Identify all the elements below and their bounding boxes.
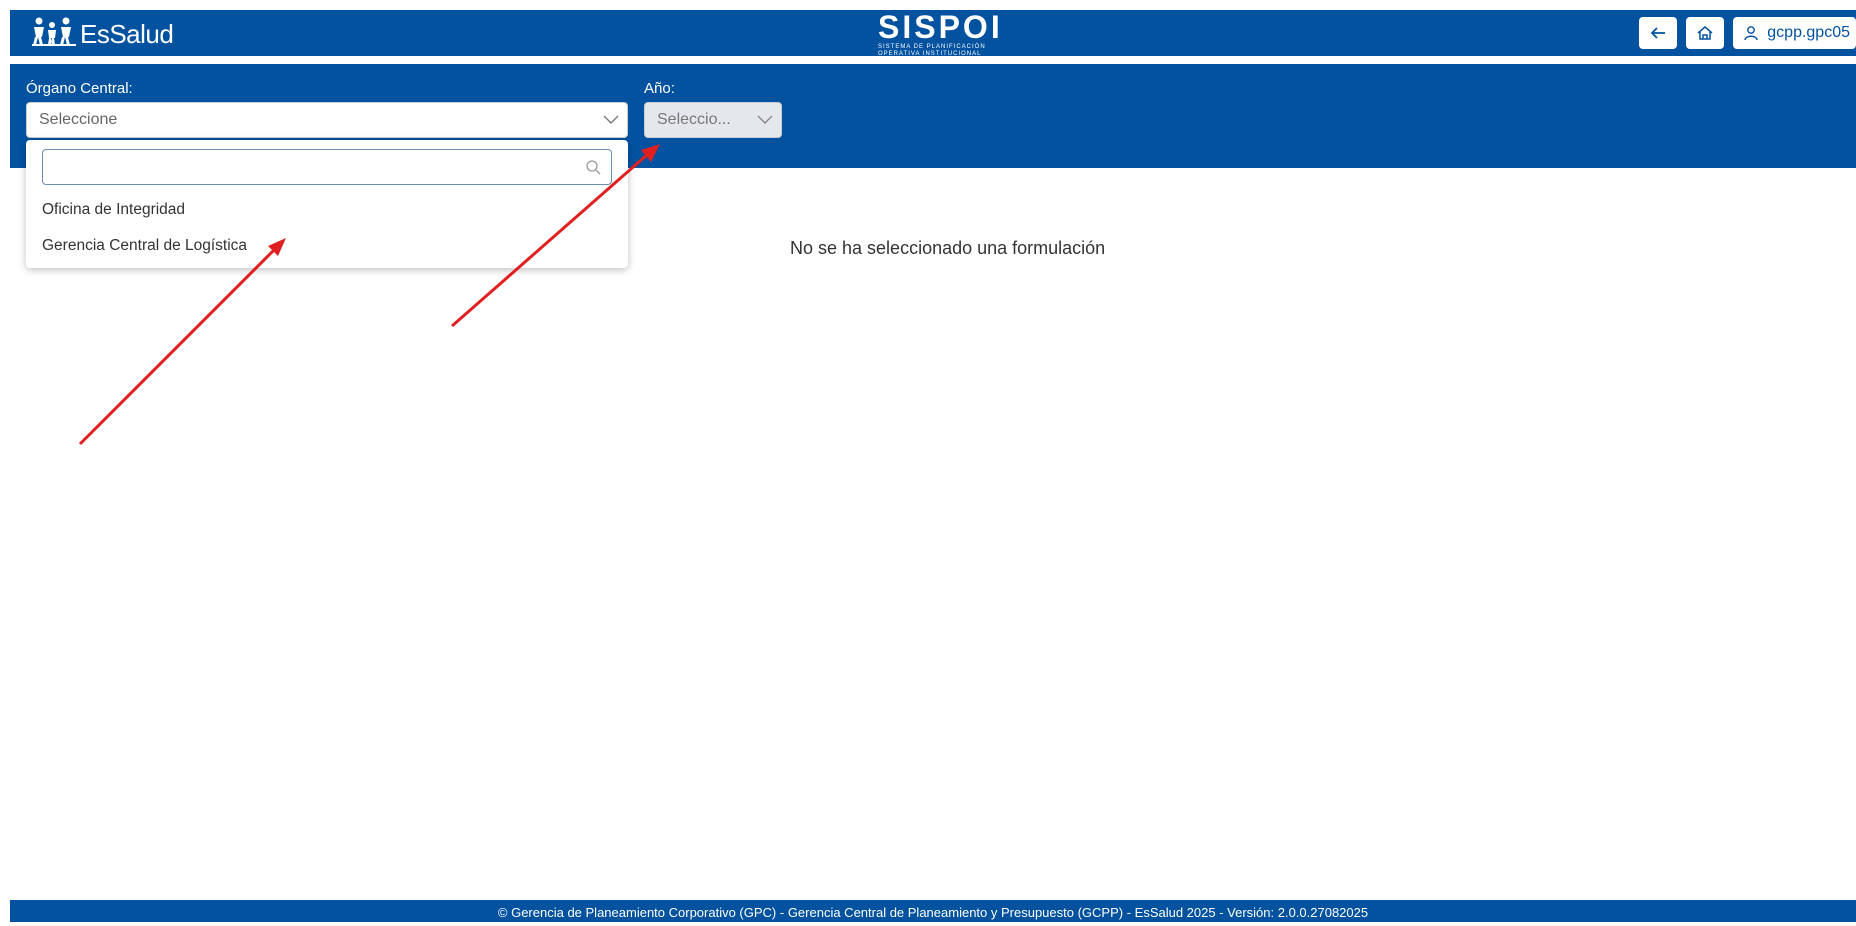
organo-central-dropdown: Oficina de Integridad Gerencia Central d… [26,140,628,268]
brand-subtitle-1: SISTEMA DE PLANIFICACIÓN [878,44,986,50]
username: gcpp.gpc05 [1767,24,1850,41]
anio-select[interactable]: Seleccio... [644,102,782,138]
back-button[interactable] [1639,17,1678,49]
header-actions: gcpp.gpc05 [1639,17,1856,49]
footer-text: © Gerencia de Planeamiento Corporativo (… [497,905,1369,920]
organo-central-value: Seleccione [39,111,118,128]
organo-central-label: Órgano Central: [26,80,133,97]
family-icon [32,16,78,53]
anio-label: Año: [644,80,675,97]
user-icon [1744,26,1758,41]
arrow-left-icon [1650,27,1666,39]
brand-title: SISPOI [878,9,1003,45]
home-button[interactable] [1686,17,1725,49]
footer: © Gerencia de Planeamiento Corporativo (… [10,900,1856,922]
dropdown-search-input[interactable] [53,157,575,177]
search-icon [575,159,611,175]
logo-text: EsSalud [80,18,174,49]
top-header: EsSalud SISPOI SISTEMA DE PLANIFICACIÓN … [10,9,1856,57]
dropdown-option-gerencia-logistica[interactable]: Gerencia Central de Logística [42,237,247,255]
dropdown-search-field[interactable] [42,149,612,185]
essalud-logo[interactable]: EsSalud [32,16,174,53]
organo-central-select[interactable]: Seleccione [26,102,628,138]
anio-value: Seleccio... [657,111,731,128]
empty-state-message: No se ha seleccionado una formulación [790,238,1106,258]
home-icon [1697,26,1713,40]
header-divider [10,56,1856,64]
sispoi-brand: SISPOI SISTEMA DE PLANIFICACIÓN OPERATIV… [878,9,1028,57]
arrow-to-dropdown-option [78,238,286,446]
chevron-down-icon [749,115,781,125]
dropdown-option-oficina-integridad[interactable]: Oficina de Integridad [42,201,185,219]
chevron-down-icon [595,115,627,125]
user-menu-button[interactable]: gcpp.gpc05 [1733,17,1856,49]
